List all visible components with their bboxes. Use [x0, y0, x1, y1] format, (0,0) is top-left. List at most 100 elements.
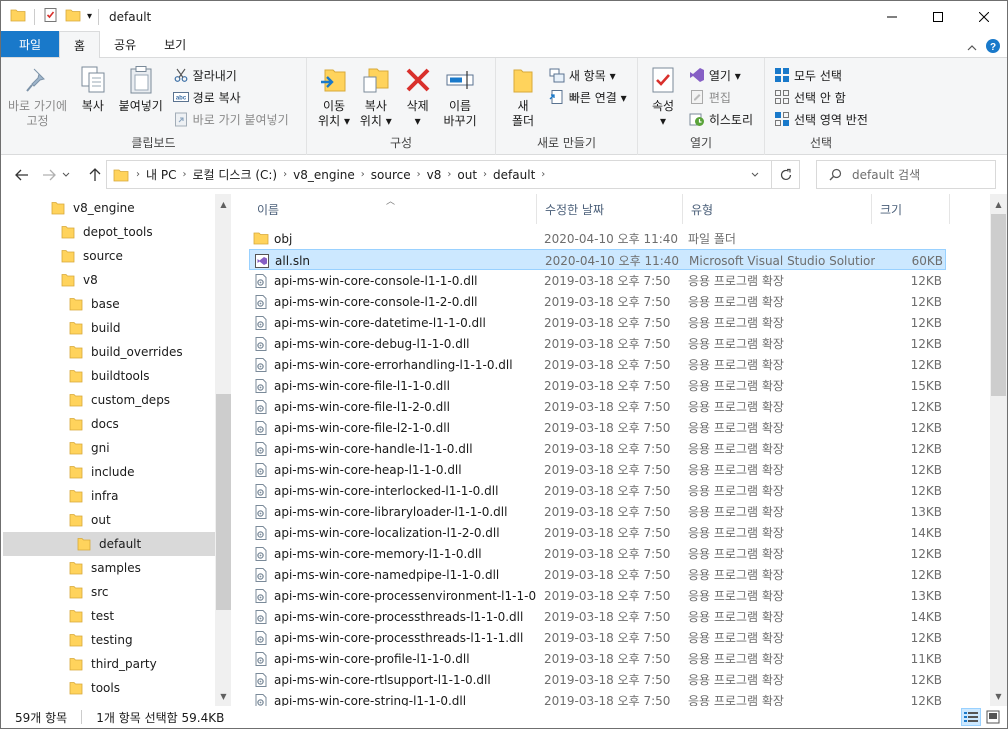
file-row[interactable]: all.sln 2020-04-10 오후 11:40 Microsoft Visu… [249, 249, 946, 270]
file-row[interactable]: api-ms-win-core-memory-l1-1-0.dll 2019-03… [249, 543, 946, 564]
copy-button[interactable]: 복사 [74, 62, 112, 116]
tree-item[interactable]: build [1, 316, 213, 340]
scroll-down-icon[interactable]: ▼ [990, 688, 1007, 705]
tab-view[interactable]: 보기 [150, 31, 200, 57]
address-history-button[interactable] [741, 161, 769, 188]
chevron-right-icon[interactable]: › [540, 169, 546, 180]
edit-button[interactable]: 편집 [686, 86, 756, 108]
forward-button[interactable] [39, 165, 59, 185]
file-row[interactable]: api-ms-win-core-file-l1-1-0.dll 2019-03-1… [249, 375, 946, 396]
properties-icon[interactable] [43, 7, 59, 26]
tree-item[interactable]: samples [1, 556, 213, 580]
properties-button[interactable]: 속성 ▾ [644, 62, 682, 131]
tree-item[interactable]: build_overrides [1, 340, 213, 364]
tree-item[interactable]: buildtools [1, 364, 213, 388]
file-row[interactable]: api-ms-win-core-console-l1-2-0.dll 2019-0… [249, 291, 946, 312]
maximize-button[interactable] [915, 1, 961, 32]
tree-item[interactable]: tools [1, 676, 213, 700]
file-list-scrollbar[interactable]: ▲ ▼ [990, 194, 1007, 706]
tree-item[interactable]: infra [1, 484, 213, 508]
file-row[interactable]: api-ms-win-core-interlocked-l1-1-0.dll 20… [249, 480, 946, 501]
tree-item[interactable]: src [1, 580, 213, 604]
delete-button[interactable]: 삭제 ▾ [399, 62, 437, 131]
search-box[interactable]: default 검색 [816, 160, 996, 189]
copy-to-button[interactable]: 복사 위치 ▾ [357, 62, 395, 131]
column-header-type[interactable]: 유형 [683, 194, 872, 224]
easy-access-button[interactable]: 빠른 연결 ▾ [546, 86, 630, 108]
select-none-button[interactable]: 선택 안 함 [771, 86, 871, 108]
file-row[interactable]: api-ms-win-core-string-l1-1-0.dll 2019-03… [249, 690, 946, 706]
tab-home[interactable]: 홈 [59, 31, 101, 58]
open-button[interactable]: 열기 ▾ [686, 64, 756, 86]
invert-selection-button[interactable]: 선택 영역 반전 [771, 108, 871, 130]
paste-shortcut-button[interactable]: 바로 가기 붙여넣기 [170, 108, 292, 130]
file-row[interactable]: api-ms-win-core-debug-l1-1-0.dll 2019-03-… [249, 333, 946, 354]
file-row[interactable]: api-ms-win-core-file-l2-1-0.dll 2019-03-1… [249, 417, 946, 438]
help-icon[interactable]: ? [985, 38, 1001, 57]
pin-to-quick-access-button[interactable]: 바로 가기에 고정 [5, 62, 70, 131]
nav-pane-scroll-thumb[interactable] [216, 394, 231, 610]
details-view-button[interactable] [961, 708, 981, 726]
rename-button[interactable]: 이름 바꾸기 [440, 62, 479, 131]
breadcrumb-v8[interactable]: v8 [422, 168, 447, 182]
history-button[interactable]: 히스토리 [686, 108, 756, 130]
tree-item[interactable]: gni [1, 436, 213, 460]
file-row[interactable]: api-ms-win-core-rtlsupport-l1-1-0.dll 201… [249, 669, 946, 690]
breadcrumb-local-disk[interactable]: 로컬 디스크 (C:) [187, 166, 282, 183]
file-row[interactable]: api-ms-win-core-datetime-l1-1-0.dll 2019-… [249, 312, 946, 333]
file-row[interactable]: api-ms-win-core-file-l1-2-0.dll 2019-03-1… [249, 396, 946, 417]
column-header-size[interactable]: 크기 [872, 194, 950, 224]
scroll-up-icon[interactable]: ▲ [990, 196, 1007, 213]
copy-path-button[interactable]: abc 경로 복사 [170, 86, 292, 108]
breadcrumb-v8-engine[interactable]: v8_engine [288, 168, 360, 182]
tree-item[interactable]: docs [1, 412, 213, 436]
file-row[interactable]: api-ms-win-core-localization-l1-2-0.dll 2… [249, 522, 946, 543]
file-row[interactable]: api-ms-win-core-console-l1-1-0.dll 2019-0… [249, 270, 946, 291]
file-list-scroll-thumb[interactable] [991, 214, 1006, 396]
column-header-name[interactable]: 이름 [249, 194, 537, 224]
file-row[interactable]: api-ms-win-core-errorhandling-l1-1-0.dll… [249, 354, 946, 375]
new-folder-icon[interactable] [65, 8, 81, 25]
tree-item[interactable]: testing [1, 628, 213, 652]
file-row[interactable]: api-ms-win-core-profile-l1-1-0.dll 2019-0… [249, 648, 946, 669]
move-to-button[interactable]: 이동 위치 ▾ [315, 62, 353, 131]
file-row[interactable]: api-ms-win-core-libraryloader-l1-1-0.dll… [249, 501, 946, 522]
file-row[interactable]: api-ms-win-core-processthreads-l1-1-0.dl… [249, 606, 946, 627]
refresh-button[interactable] [771, 161, 799, 188]
close-button[interactable] [961, 1, 1007, 32]
file-row[interactable]: api-ms-win-core-handle-l1-1-0.dll 2019-03… [249, 438, 946, 459]
scroll-up-icon[interactable]: ▲ [215, 196, 231, 213]
tree-item[interactable]: include [1, 460, 213, 484]
minimize-button[interactable] [869, 1, 915, 32]
file-row[interactable]: api-ms-win-core-processenvironment-l1-1-… [249, 585, 946, 606]
file-row[interactable]: api-ms-win-core-namedpipe-l1-1-0.dll 2019… [249, 564, 946, 585]
ribbon-collapse-icon[interactable] [967, 41, 977, 55]
cut-button[interactable]: 잘라내기 [170, 64, 292, 86]
tree-item[interactable]: out [1, 508, 213, 532]
nav-pane-scrollbar[interactable]: ▲ ▼ [215, 194, 231, 706]
large-icons-view-button[interactable] [983, 708, 1003, 726]
file-row[interactable]: api-ms-win-core-processthreads-l1-1-1.dl… [249, 627, 946, 648]
new-item-button[interactable]: 새 항목 ▾ [546, 64, 630, 86]
tree-item[interactable]: test [1, 604, 213, 628]
file-row[interactable]: obj 2020-04-10 오후 11:40 파일 폴더 [249, 228, 946, 249]
breadcrumb-out[interactable]: out [452, 168, 482, 182]
tree-item[interactable]: v8 [1, 268, 213, 292]
recent-locations-button[interactable] [59, 165, 73, 185]
customize-dropdown-icon[interactable]: ▾ [87, 11, 92, 22]
file-row[interactable]: api-ms-win-core-heap-l1-1-0.dll 2019-03-1… [249, 459, 946, 480]
tab-share[interactable]: 공유 [100, 31, 150, 57]
tree-item[interactable]: third_party [1, 652, 213, 676]
breadcrumb-source[interactable]: source [366, 168, 416, 182]
paste-button[interactable]: 붙여넣기 [116, 62, 166, 116]
new-folder-button[interactable]: 새 폴더 [504, 62, 542, 131]
breadcrumb-default[interactable]: default [488, 168, 540, 182]
tree-item[interactable]: base [1, 292, 213, 316]
back-button[interactable] [12, 165, 32, 185]
tab-file[interactable]: 파일 [1, 31, 59, 57]
breadcrumb-this-pc[interactable]: 내 PC [141, 166, 181, 183]
up-button[interactable] [85, 165, 105, 185]
scroll-down-icon[interactable]: ▼ [215, 688, 231, 705]
select-all-button[interactable]: 모두 선택 [771, 64, 871, 86]
address-bar[interactable]: › 내 PC › 로컬 디스크 (C:) › v8_engine › sourc… [106, 160, 800, 189]
